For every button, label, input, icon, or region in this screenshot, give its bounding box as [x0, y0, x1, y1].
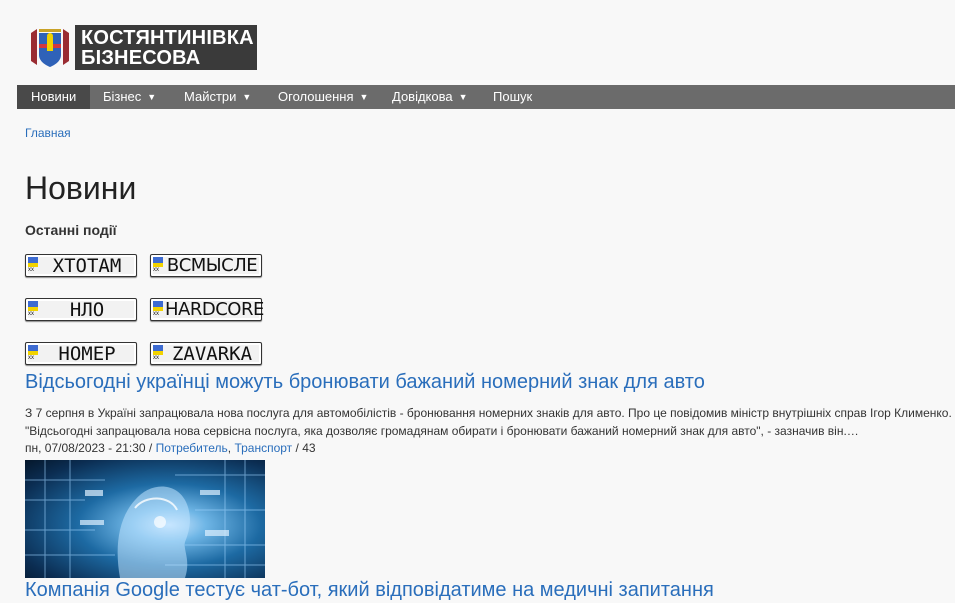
chevron-down-icon: ▼ — [359, 92, 369, 102]
plate-text: HARDCORE — [165, 299, 264, 320]
nav-item-masters[interactable]: Майстри ▼ — [170, 85, 265, 109]
view-count: 43 — [302, 441, 316, 455]
site-logo[interactable]: КОСТЯНТИНІВКА БІЗНЕСОВА — [25, 25, 257, 70]
nav-label: Пошук — [493, 89, 533, 104]
breadcrumb[interactable]: Главная — [25, 126, 71, 140]
plate-text: НЛО — [69, 299, 105, 321]
meta-separator: / — [292, 441, 303, 455]
nav-item-search[interactable]: Пошук — [479, 85, 546, 109]
flag-icon: xx — [28, 301, 38, 318]
category-link[interactable]: Транспорт — [234, 441, 292, 455]
nav-label: Новини — [31, 89, 77, 104]
nav-label: Довідкова — [392, 89, 453, 104]
nav-item-news[interactable]: Новини — [17, 85, 91, 109]
plate-text: ВСМЫСЛЕ — [166, 255, 258, 276]
city-emblem-icon — [25, 25, 75, 70]
article-thumbnail-image[interactable] — [25, 460, 265, 578]
license-plate: xx НОМЕР — [25, 342, 137, 365]
article-date: пн, 07/08/2023 - 21:30 — [25, 441, 146, 455]
article-meta: пн, 07/08/2023 - 21:30 / Потребитель, Тр… — [25, 441, 316, 455]
chevron-down-icon: ▼ — [242, 92, 252, 102]
logo-line-1: КОСТЯНТИНІВКА — [81, 27, 254, 49]
article-title-link[interactable]: Відсьогодні українці можуть бронювати ба… — [25, 371, 705, 394]
flag-icon: xx — [153, 257, 163, 274]
license-plate: xx НЛО — [25, 298, 137, 321]
logo-line-2: БІЗНЕСОВА — [81, 47, 201, 69]
article-teaser: З 7 серпня в Україні запрацювала нова по… — [25, 406, 952, 438]
plate-text: ZAVARKA — [171, 343, 253, 365]
plate-text: ХТОТАМ — [52, 255, 122, 277]
license-plate: xx ZAVARKA — [150, 342, 262, 365]
main-nav: Новини Бізнес ▼ Майстри ▼ Оголошення ▼ Дові… — [17, 85, 955, 109]
category-link[interactable]: Потребитель — [156, 441, 228, 455]
section-title: Останні події — [25, 222, 117, 238]
flag-icon: xx — [28, 345, 38, 362]
flag-icon: xx — [153, 345, 163, 362]
flag-icon: xx — [28, 257, 38, 274]
nav-item-ads[interactable]: Оголошення ▼ — [264, 85, 382, 109]
meta-separator: / — [145, 441, 156, 455]
nav-label: Бізнес — [103, 89, 142, 104]
license-plate: xx HARDCORE — [150, 298, 264, 321]
chevron-down-icon: ▼ — [458, 92, 468, 102]
chevron-down-icon: ▼ — [147, 92, 157, 102]
site-header: КОСТЯНТИНІВКА БІЗНЕСОВА — [0, 0, 955, 85]
plate-text: НОМЕР — [58, 343, 116, 365]
breadcrumb-home-link[interactable]: Главная — [25, 126, 71, 140]
flag-icon: xx — [153, 301, 163, 318]
nav-label: Оголошення — [278, 89, 354, 104]
article-title-link[interactable]: Компанія Google тестує чат-бот, який від… — [25, 579, 714, 602]
nav-item-directory[interactable]: Довідкова ▼ — [378, 85, 482, 109]
page-title: Новини — [25, 170, 137, 206]
ai-head-illustration-icon — [25, 460, 265, 578]
logo-text: КОСТЯНТИНІВКА БІЗНЕСОВА — [75, 25, 257, 70]
license-plate: xx ХТОТАМ — [25, 254, 137, 277]
nav-label: Майстри — [184, 89, 237, 104]
license-plate: xx ВСМЫСЛЕ — [150, 254, 262, 277]
nav-item-business[interactable]: Бізнес ▼ — [89, 85, 170, 109]
